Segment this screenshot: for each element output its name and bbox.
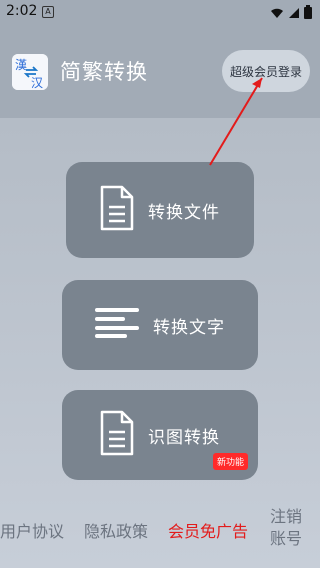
privacy-policy-link[interactable]: 隐私政策 [84, 518, 148, 542]
logo-char-simplified: 汉 [31, 76, 43, 90]
document-icon [100, 410, 134, 460]
signal-icon [288, 4, 300, 23]
image-convert-label: 识图转换 [148, 427, 220, 448]
notification-a-icon: A [42, 6, 54, 18]
footer: 用户协议 隐私政策 会员免广告 注销账号 [0, 500, 320, 568]
convert-file-button[interactable]: 转换文件 [66, 162, 254, 258]
status-time: 2:02 [6, 3, 38, 19]
convert-file-label: 转换文件 [148, 202, 220, 223]
app-title: 简繁转换 [60, 60, 148, 84]
vip-login-label: 超级会员登录 [229, 64, 302, 79]
convert-text-button[interactable]: 转换文字 [62, 280, 258, 370]
document-icon [100, 185, 134, 235]
logo-char-traditional: 漢 [15, 58, 27, 72]
status-bar: 2:02 A [0, 0, 320, 24]
wifi-icon [270, 4, 284, 23]
text-lines-icon [95, 308, 139, 342]
vip-login-button[interactable]: 超级会员登录 [222, 50, 310, 92]
cancel-account-link[interactable]: 注销账号 [270, 506, 310, 550]
battery-icon [304, 4, 312, 23]
app-logo: 漢 汉 [12, 54, 48, 90]
convert-text-label: 转换文字 [153, 317, 225, 338]
image-convert-button[interactable]: 识图转换 新功能 [62, 390, 258, 480]
user-agreement-link[interactable]: 用户协议 [0, 518, 64, 542]
vip-no-ads-link[interactable]: 会员免广告 [168, 518, 248, 542]
new-feature-badge: 新功能 [212, 453, 248, 470]
